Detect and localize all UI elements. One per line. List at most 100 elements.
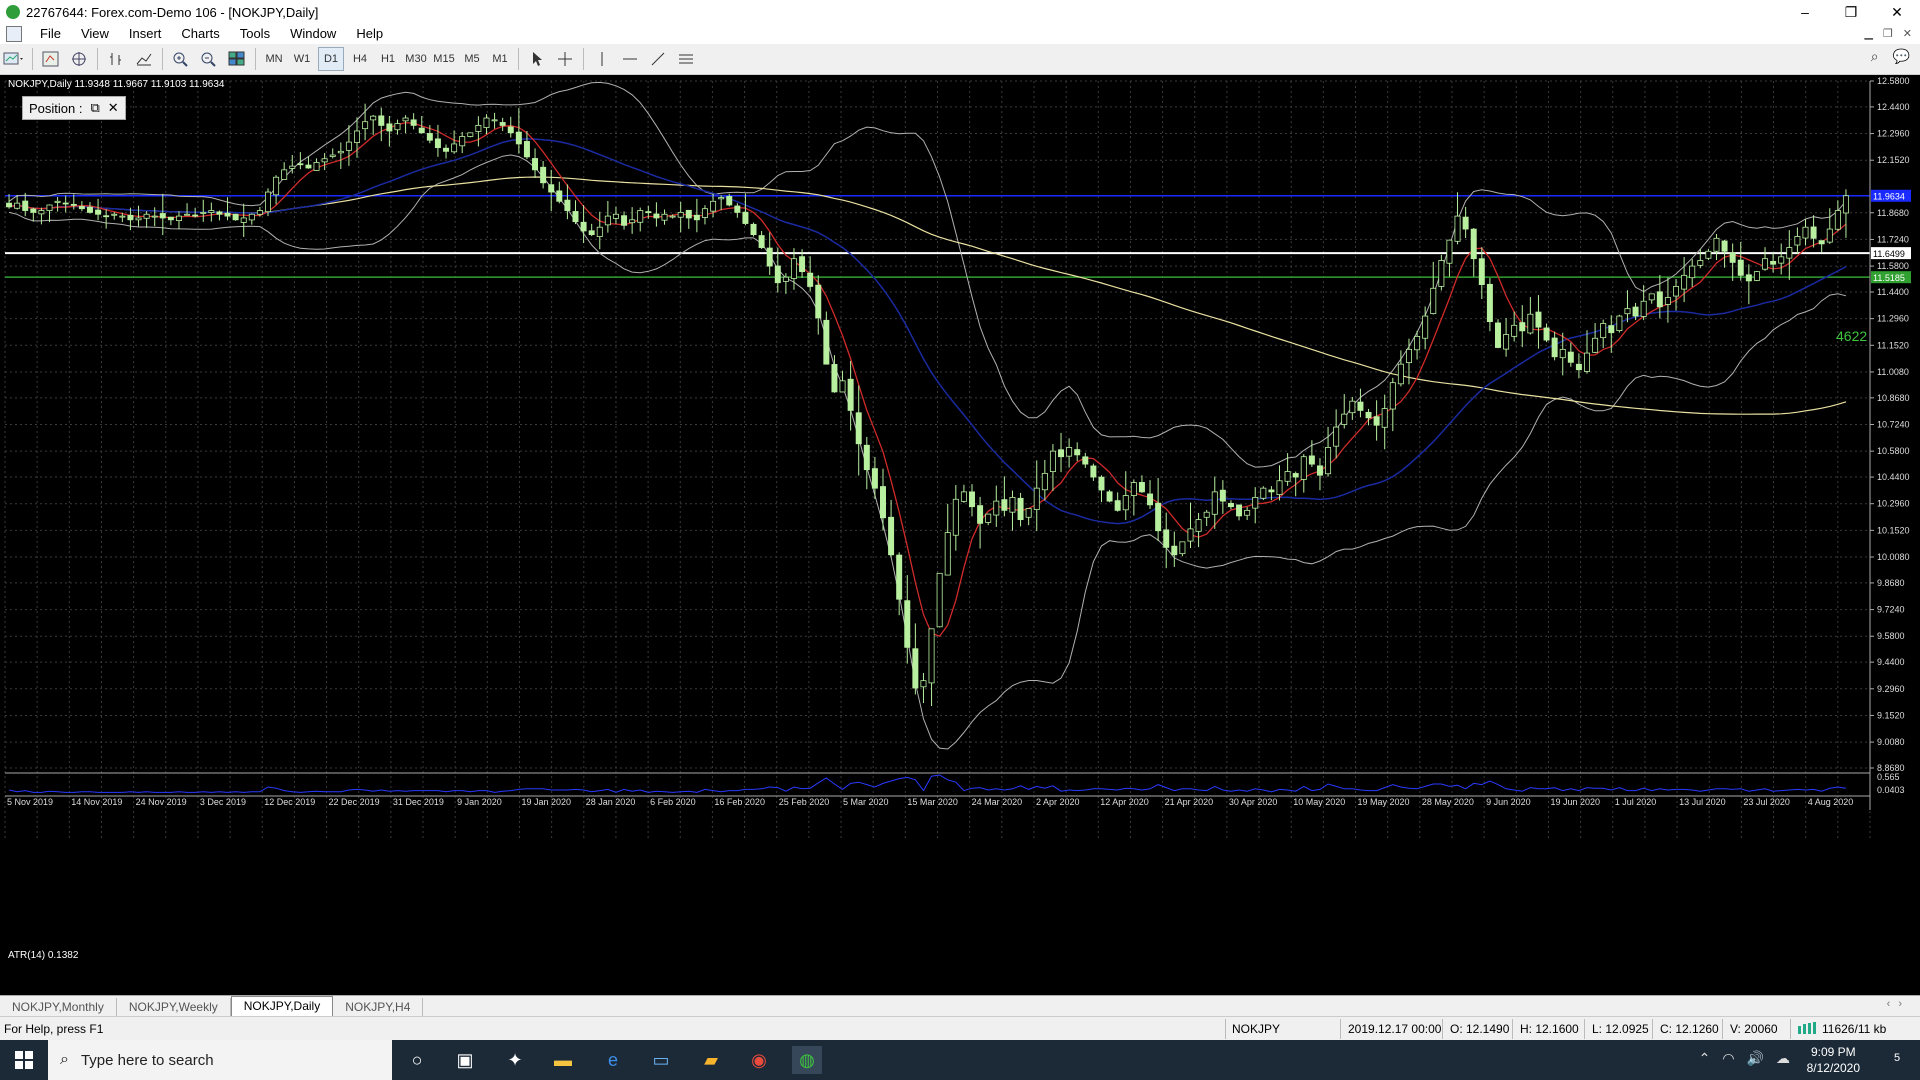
candle-body	[653, 213, 660, 219]
menu-tools[interactable]: Tools	[230, 24, 280, 44]
volume-icon[interactable]: 🔊	[1747, 1050, 1764, 1067]
line-chart-icon[interactable]	[132, 48, 156, 70]
timeframe-m1[interactable]: M1	[488, 48, 512, 70]
timeframe-d1[interactable]: D1	[318, 47, 344, 71]
menu-window[interactable]: Window	[280, 24, 346, 44]
bar-chart-icon[interactable]	[104, 48, 128, 70]
timeframe-m15[interactable]: M15	[432, 48, 456, 70]
tab-scroll-arrows[interactable]: ‹›	[1887, 998, 1910, 1010]
candle-body	[459, 136, 466, 147]
candle-body	[1656, 291, 1663, 308]
navigator-icon[interactable]	[67, 48, 91, 70]
candle-body	[410, 119, 417, 126]
channel-icon[interactable]	[674, 48, 698, 70]
zoom-out-icon[interactable]	[197, 48, 221, 70]
timeframe-w1[interactable]: W1	[290, 48, 314, 70]
metatrader-icon[interactable]: ◍	[792, 1046, 822, 1074]
candle-body	[1794, 236, 1801, 246]
candle-body	[896, 554, 903, 600]
candle-body	[337, 150, 344, 154]
status-datetime: 2019.12.17 00:00	[1348, 1022, 1442, 1036]
search-icon[interactable]: ⌕	[1871, 48, 1879, 65]
minimize-button[interactable]: –	[1782, 0, 1828, 24]
market-watch-icon[interactable]	[39, 48, 63, 70]
menu-help[interactable]: Help	[346, 24, 393, 44]
menu-view[interactable]: View	[71, 24, 119, 44]
onedrive-icon[interactable]: ☁	[1776, 1050, 1790, 1067]
candle-body	[70, 203, 77, 206]
tab-weekly[interactable]: NOKJPY,Weekly	[117, 998, 231, 1016]
new-chart-icon[interactable]	[2, 48, 26, 70]
cortana-icon[interactable]: ○	[402, 1046, 432, 1074]
tab-daily[interactable]: NOKJPY,Daily	[230, 996, 334, 1016]
candle-body	[726, 196, 733, 206]
candle-body	[443, 147, 450, 152]
mdi-close-icon[interactable]: ✕	[1903, 24, 1912, 44]
popout-icon[interactable]: ⧉	[90, 100, 99, 116]
app-pinned-icon[interactable]: ✦	[500, 1046, 530, 1074]
candle-body	[289, 165, 296, 169]
close-icon[interactable]: ✕	[108, 100, 119, 116]
clock[interactable]: 9:09 PM 8/12/2020	[1807, 1044, 1860, 1076]
timeframe-m5[interactable]: M5	[460, 48, 484, 70]
vertical-line-icon[interactable]	[590, 48, 614, 70]
chart-window-icon[interactable]	[6, 26, 22, 42]
candle-body	[572, 211, 579, 223]
mdi-minimize-icon[interactable]: ▁	[1864, 24, 1872, 44]
chrome-icon[interactable]: ◉	[744, 1046, 774, 1074]
candle-body	[232, 213, 239, 221]
candle-body	[1130, 482, 1137, 496]
timeframe-h1[interactable]: H1	[376, 48, 400, 70]
close-button[interactable]: ✕	[1874, 0, 1920, 24]
horizontal-line-icon[interactable]	[618, 48, 642, 70]
tab-h4[interactable]: NOKJPY,H4	[333, 998, 424, 1016]
chevron-up-icon[interactable]: ⌃	[1699, 1050, 1711, 1067]
y-tick-label: 11.2960	[1877, 314, 1909, 324]
timeframe-h4[interactable]: H4	[348, 48, 372, 70]
timeframe-mn[interactable]: MN	[262, 48, 286, 70]
task-view-icon[interactable]: ▣	[450, 1046, 480, 1074]
candle-body	[1041, 472, 1048, 491]
candle-body	[281, 169, 288, 180]
menu-insert[interactable]: Insert	[119, 24, 172, 44]
chat-icon[interactable]: 💬	[1893, 48, 1910, 65]
crosshair-icon[interactable]	[553, 48, 577, 70]
menu-charts[interactable]: Charts	[171, 24, 229, 44]
price-chart[interactable]: 12.5800 12.4400 12.2960 12.1520 11.8680 11.72…	[0, 75, 1920, 995]
cursor-icon[interactable]	[525, 48, 549, 70]
candle-body	[799, 256, 806, 273]
x-tick-label: 2 Apr 2020	[1036, 797, 1080, 807]
edge-icon[interactable]: e	[598, 1046, 628, 1074]
candle-body	[1155, 502, 1162, 532]
candle-body	[135, 217, 142, 221]
file-explorer-icon[interactable]: ▬	[548, 1046, 578, 1074]
sublime-icon[interactable]: ▰	[696, 1046, 726, 1074]
y-tick-label: 11.4400	[1877, 287, 1909, 297]
zoom-in-icon[interactable]	[169, 48, 193, 70]
position-label[interactable]: Position : ⧉ ✕	[22, 96, 126, 120]
y-tick-label: 10.8680	[1877, 393, 1910, 403]
candle-body	[928, 628, 935, 684]
remote-desktop-icon[interactable]: ▭	[646, 1046, 676, 1074]
candle-body	[1834, 210, 1841, 230]
candle-body	[669, 215, 676, 218]
mdi-restore-icon[interactable]: ❐	[1883, 24, 1893, 44]
menu-file[interactable]: File	[30, 24, 71, 44]
notification-icon[interactable]: 5	[1884, 1048, 1910, 1072]
candle-body	[540, 166, 547, 184]
status-help: For Help, press F1	[4, 1022, 104, 1036]
candle-body	[532, 158, 539, 171]
candle-body	[548, 184, 555, 193]
trendline-icon[interactable]	[646, 48, 670, 70]
candle-body	[1729, 252, 1736, 263]
candle-body	[184, 213, 191, 216]
timeframe-m30[interactable]: M30	[404, 48, 428, 70]
taskbar-search[interactable]: ⌕ Type here to search	[48, 1040, 392, 1080]
tab-monthly[interactable]: NOKJPY,Monthly	[0, 998, 117, 1016]
windows-start-icon[interactable]	[0, 1040, 48, 1080]
system-tray: ⌃ ◠ 🔊 ☁	[1699, 1050, 1790, 1067]
maximize-button[interactable]: ❐	[1828, 0, 1874, 24]
network-icon[interactable]: ◠	[1722, 1050, 1734, 1067]
chart-window[interactable]: 12.5800 12.4400 12.2960 12.1520 11.8680 11.72…	[0, 75, 1920, 995]
tile-windows-icon[interactable]	[225, 48, 249, 70]
